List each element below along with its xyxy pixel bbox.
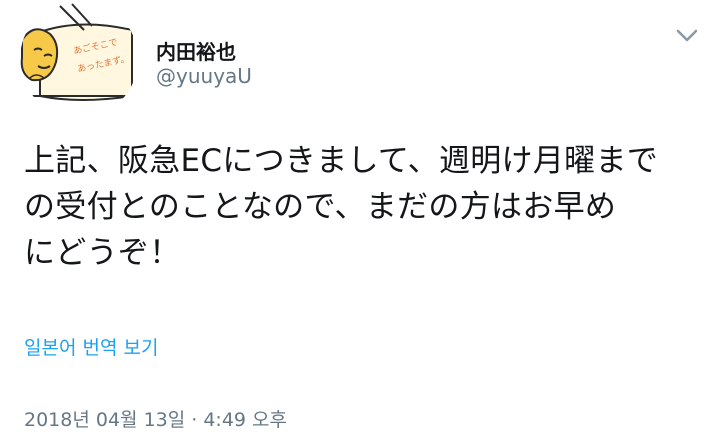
tweet-text: 上記、阪急ECにつきまして、週明け月曜まで の受付とのことなので、まだの方はお早… [24,143,659,271]
author-handle[interactable]: @yuuyaU [156,64,252,88]
tweet-timestamp[interactable]: 2018년 04월 13일 · 4:49 오후 [24,405,287,432]
avatar-gudetama-icon: あごそこで あったまず。 [20,0,138,118]
avatar[interactable]: あごそこで あったまず。 [20,0,138,118]
translate-tweet-link[interactable]: 일본어 번역 보기 [24,333,158,360]
author-display-name[interactable]: 内田裕也 [156,36,236,65]
tweet-card: あごそこで あったまず。 内田裕也 @yuuyaU 上記、阪急ECにつきまして、… [0,0,720,435]
chevron-down-icon[interactable] [674,24,700,46]
